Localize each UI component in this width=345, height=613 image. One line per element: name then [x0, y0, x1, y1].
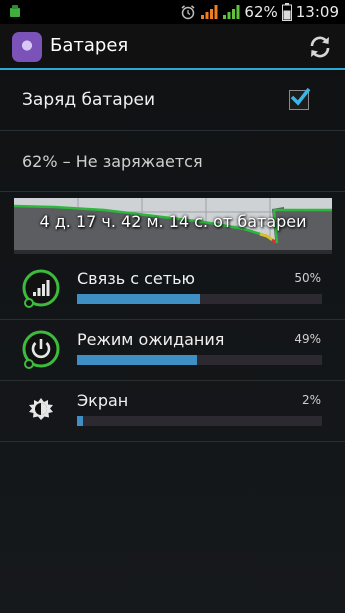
usage-item-name: Режим ожидания [77, 330, 225, 349]
status-battery-percent: 62% [244, 3, 278, 21]
battery-charge-row[interactable]: Заряд батареи [0, 70, 345, 131]
status-time: 13:09 [295, 3, 339, 21]
usage-item-percent: 2% [301, 393, 321, 407]
page-title: Батарея [50, 35, 129, 56]
usage-progress-track [77, 294, 322, 304]
alarm-clock-icon [181, 5, 195, 20]
usage-progress-track [77, 416, 322, 426]
usage-item-percent: 49% [294, 332, 321, 346]
android-notification-icon [10, 5, 20, 17]
usage-item-percent: 50% [294, 271, 321, 285]
usage-progress-track [77, 355, 322, 365]
usage-progress-fill [77, 294, 200, 304]
usage-progress-fill [77, 355, 197, 365]
power-icon [20, 328, 62, 370]
usage-item-name: Экран [77, 391, 129, 410]
signal-bars-icon [20, 267, 62, 309]
usage-item-name: Связь с сетью [77, 269, 195, 288]
signal-strength-icon-2 [223, 5, 240, 19]
battery-history-graph[interactable]: 4 д. 17 ч. 42 м. 14 с. от батареи [13, 198, 332, 254]
usage-item-screen[interactable]: Экран 2% [0, 379, 345, 442]
battery-status-row: 62% – Не заряжается [0, 131, 345, 192]
refresh-button[interactable] [305, 32, 335, 62]
battery-status-text: 62% – Не заряжается [22, 152, 203, 171]
usage-progress-fill [77, 416, 83, 426]
signal-strength-icon-1 [201, 5, 218, 19]
battery-graph-duration: 4 д. 17 ч. 42 м. 14 с. от батареи [39, 212, 307, 231]
usage-item-standby[interactable]: Режим ожидания 49% [0, 318, 345, 381]
action-bar: Батарея [0, 24, 345, 70]
battery-icon [281, 3, 292, 21]
brightness-icon [20, 389, 62, 431]
checkmark-icon [290, 87, 311, 106]
settings-app-icon[interactable] [12, 32, 42, 62]
status-bar: 62% 13:09 [0, 0, 345, 24]
battery-charge-label: Заряд батареи [22, 90, 156, 110]
usage-item-network[interactable]: Связь с сетью 50% [0, 257, 345, 320]
battery-charge-checkbox[interactable] [289, 87, 311, 110]
